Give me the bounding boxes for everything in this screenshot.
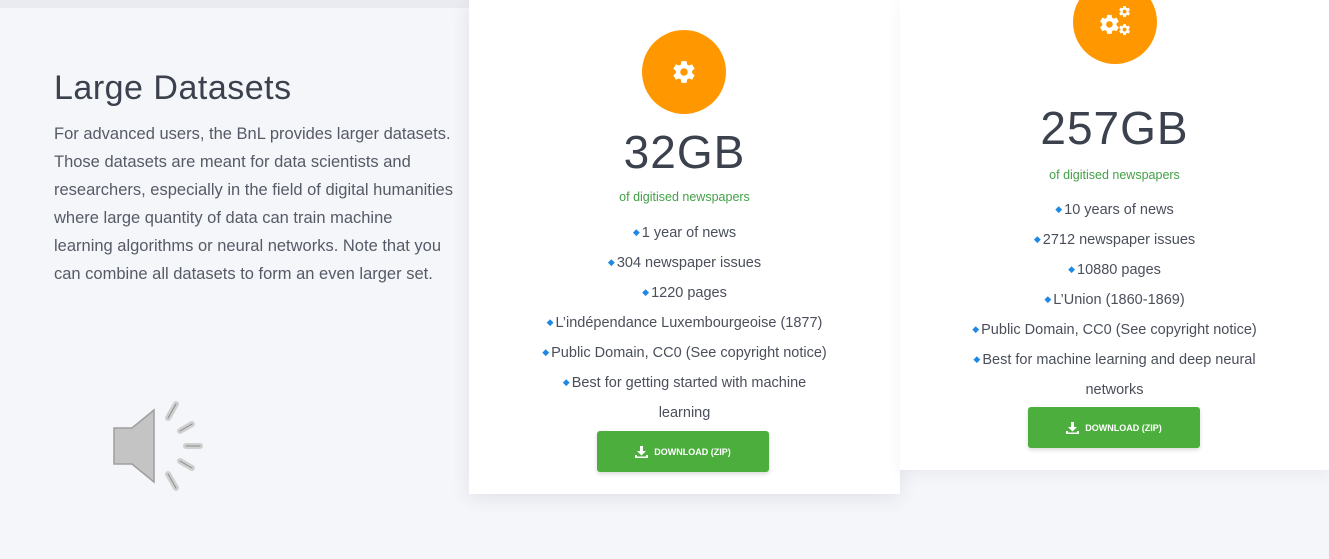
list-item: ◆ 1 year of news xyxy=(632,225,737,241)
feature-list: ◆ 10 years of news ◆ 2712 newspaper issues… xyxy=(900,196,1329,405)
bullet-icon: ◆ xyxy=(546,317,554,327)
bullet-icon: ◆ xyxy=(1068,264,1076,274)
list-item: ◆ Public Domain, CC0 (See copyright notic… xyxy=(972,322,1257,338)
gear-icon xyxy=(642,30,726,114)
download-icon xyxy=(635,445,649,458)
bullet-icon: ◆ xyxy=(607,257,615,267)
list-item: ◆ Best for machine learning and deep neur… xyxy=(973,352,1256,398)
feature-list: ◆ 1 year of news ◆ 304 newspaper issues ◆ 1… xyxy=(469,219,900,428)
bullet-icon: ◆ xyxy=(973,354,981,364)
section-description: For advanced users, the BnL provides lar… xyxy=(54,125,453,283)
bullet-icon: ◆ xyxy=(972,324,980,334)
list-item: ◆ Public Domain, CC0 (See copyright notic… xyxy=(542,345,827,361)
bullet-icon: ◆ xyxy=(562,377,570,387)
list-item: ◆ 304 newspaper issues xyxy=(607,255,762,271)
list-item: ◆ 10880 pages xyxy=(1068,262,1161,278)
dataset-card-32gb: 32GB of digitised newspapers ◆ 1 year of … xyxy=(469,0,900,494)
dataset-subtitle: of digitised newspapers xyxy=(1049,168,1180,182)
list-item: ◆ 10 years of news xyxy=(1055,202,1174,218)
bullet-icon: ◆ xyxy=(632,227,640,237)
bullet-icon: ◆ xyxy=(1044,294,1052,304)
dataset-card-257gb: 257GB of digitised newspapers ◆ 10 years … xyxy=(900,0,1329,470)
bullet-icon: ◆ xyxy=(642,287,650,297)
bullet-icon: ◆ xyxy=(542,347,550,357)
download-icon xyxy=(1066,421,1080,434)
list-item: ◆ 1220 pages xyxy=(642,285,727,301)
dataset-subtitle: of digitised newspapers xyxy=(619,190,750,204)
speaker-icon[interactable] xyxy=(110,398,210,498)
gears-icon xyxy=(1073,0,1157,64)
bullet-icon: ◆ xyxy=(1033,234,1041,244)
download-label: DOWNLOAD (ZIP) xyxy=(1085,422,1162,433)
list-item: ◆ Best for getting started with machine l… xyxy=(562,375,807,421)
bullet-icon: ◆ xyxy=(1055,204,1063,214)
download-zip-button[interactable]: DOWNLOAD (ZIP) xyxy=(597,431,769,472)
list-item: ◆ L’indépendance Luxembourgeoise (1877) xyxy=(546,315,823,331)
section-title: Large Datasets xyxy=(54,69,292,107)
download-zip-button[interactable]: DOWNLOAD (ZIP) xyxy=(1028,407,1200,448)
dataset-size: 257GB xyxy=(1040,102,1189,154)
download-label: DOWNLOAD (ZIP) xyxy=(654,446,731,457)
intro-section: Large Datasets For advanced users, the B… xyxy=(54,66,454,288)
list-item: ◆ L’Union (1860-1869) xyxy=(1044,292,1185,308)
list-item: ◆ 2712 newspaper issues xyxy=(1033,232,1196,248)
dataset-size: 32GB xyxy=(623,126,746,178)
